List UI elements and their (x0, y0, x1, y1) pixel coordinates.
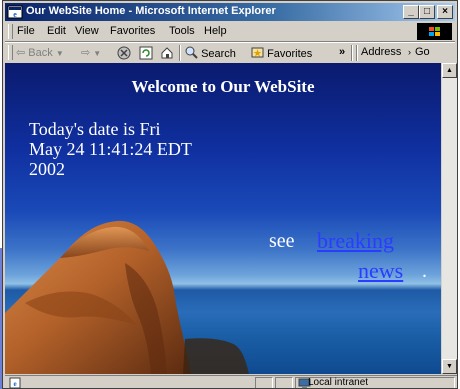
see-text: see (269, 230, 295, 252)
back-button[interactable]: ⇦ Back ▼ (16, 46, 64, 59)
vertical-scrollbar[interactable]: ▲ ▼ (442, 63, 457, 374)
welcome-heading: Welcome to Our WebSite (131, 77, 315, 96)
windows-logo-icon (429, 27, 440, 36)
home-button[interactable] (160, 46, 174, 63)
back-icon: ⇦ (16, 47, 26, 59)
address-chevron-icon[interactable]: › (408, 47, 411, 57)
menu-view[interactable]: View (75, 25, 99, 37)
menu-edit[interactable]: Edit (47, 25, 66, 37)
scroll-down-icon: ▼ (446, 363, 453, 370)
stop-icon (117, 46, 131, 60)
title-bar[interactable]: e Our WebSite Home - Microsoft Internet … (5, 3, 455, 21)
rock-image (5, 220, 249, 374)
status-bar: e Local intranet (5, 375, 457, 388)
chevron-down-icon: ▼ (93, 49, 102, 58)
menu-help[interactable]: Help (204, 25, 227, 37)
search-icon (185, 46, 198, 59)
refresh-icon (139, 46, 153, 60)
menu-tools[interactable]: Tools (169, 25, 195, 37)
favorites-icon (251, 47, 264, 58)
standard-toolbar: ⇦ Back ▼ ⇨ ▼ Search Favorites » Address (5, 42, 455, 63)
throbber (417, 23, 452, 40)
breaking-news-link[interactable]: breaking (317, 228, 394, 254)
close-button[interactable]: × (437, 5, 453, 19)
search-button[interactable]: Search (185, 46, 236, 60)
link-period: . (422, 260, 427, 282)
ie-icon: e (7, 5, 23, 19)
minimize-button[interactable]: _ (403, 5, 419, 19)
toolbar-separator (351, 45, 353, 61)
refresh-button[interactable] (139, 46, 153, 63)
address-label[interactable]: Address (361, 46, 401, 58)
favorites-button[interactable]: Favorites (251, 46, 312, 60)
zone-label: Local intranet (308, 377, 369, 388)
scroll-down-button[interactable]: ▼ (442, 359, 457, 374)
toolbar-separator (179, 45, 181, 61)
menu-grip[interactable] (8, 24, 13, 39)
scroll-up-button[interactable]: ▲ (442, 63, 457, 78)
chevron-down-icon: ▼ (55, 49, 64, 58)
breaking-news-link-continued[interactable]: news (358, 258, 403, 284)
back-label: Back (28, 47, 53, 59)
status-panel (255, 377, 273, 388)
go-button[interactable]: Go (415, 46, 430, 58)
favorites-label: Favorites (267, 48, 313, 60)
toolbar-separator (356, 45, 358, 61)
svg-text:e: e (13, 380, 16, 388)
date-line-1: Today's date is Fri (29, 119, 161, 139)
browser-window: e Our WebSite Home - Microsoft Internet … (2, 0, 458, 389)
menu-favorites[interactable]: Favorites (110, 25, 155, 37)
svg-text:e: e (13, 10, 17, 19)
scroll-up-icon: ▲ (446, 67, 453, 74)
page-viewport: Welcome to Our WebSite Today's date is F… (5, 63, 441, 374)
window-title: Our WebSite Home - Microsoft Internet Ex… (26, 5, 276, 17)
status-panel (275, 377, 293, 388)
menu-bar: File Edit View Favorites Tools Help (5, 22, 455, 42)
menu-file[interactable]: File (17, 25, 35, 37)
search-label: Search (201, 48, 236, 60)
toolbar-grip[interactable] (8, 45, 13, 60)
date-line-3: 2002 (29, 159, 65, 179)
page-icon: e (9, 377, 21, 388)
date-line-2: May 24 11:41:24 EDT (29, 139, 192, 159)
forward-icon: ⇨ (81, 47, 91, 59)
home-icon (161, 47, 173, 59)
date-text: Today's date is Fri May 24 11:41:24 EDT … (29, 119, 329, 179)
maximize-button[interactable]: □ (419, 5, 435, 19)
toolbar-overflow-button[interactable]: » (339, 46, 345, 58)
stop-button[interactable] (117, 46, 131, 63)
forward-button[interactable]: ⇨ ▼ (81, 46, 101, 59)
